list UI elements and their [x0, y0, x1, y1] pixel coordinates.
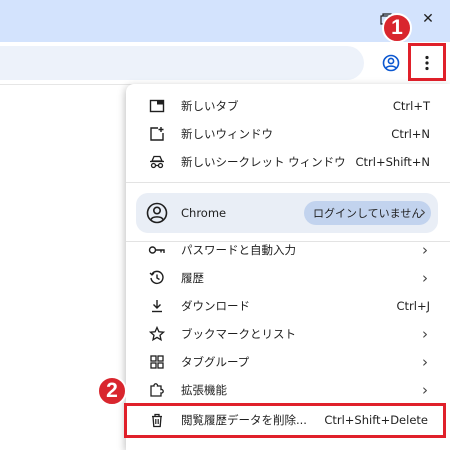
menu-separator: [126, 182, 450, 183]
history-icon: [148, 269, 166, 287]
chevron-right-icon: ›: [422, 241, 428, 259]
close-icon: ✕: [422, 11, 434, 27]
menu-item-tab-groups[interactable]: タブグループ ›: [126, 348, 450, 376]
account-circle-icon: [146, 202, 168, 228]
menu-item-label: パスワードと自動入力: [181, 243, 296, 257]
menu-item-label: 拡張機能: [181, 383, 227, 397]
menu-item-extensions[interactable]: 拡張機能 ›: [126, 376, 450, 404]
chevron-right-icon: ›: [420, 203, 426, 221]
chrome-menu: 新しいタブ Ctrl+T 新しいウィンドウ Ctrl+N 新しいシークレット ウ…: [126, 84, 450, 450]
menu-item-passwords[interactable]: パスワードと自動入力 ›: [126, 236, 450, 264]
account-icon: [382, 54, 400, 72]
menu-item-shortcut: Ctrl+T: [392, 99, 430, 113]
step-badge-2: 2: [97, 376, 127, 406]
address-bar[interactable]: [0, 46, 364, 80]
menu-item-history[interactable]: 履歴 ›: [126, 264, 450, 292]
star-icon: [148, 325, 166, 343]
menu-button-highlight: [408, 43, 446, 81]
menu-item-shortcut: Ctrl+Shift+N: [355, 155, 430, 169]
menu-item-label: ダウンロード: [181, 299, 250, 313]
chevron-right-icon: ›: [422, 325, 428, 343]
menu-item-downloads[interactable]: ダウンロード Ctrl+J: [126, 292, 450, 320]
signin-status-badge: ログインしていません: [304, 201, 432, 225]
menu-item-label: 新しいウィンドウ: [181, 127, 273, 141]
chevron-right-icon: ›: [422, 353, 428, 371]
menu-item-label: ブックマークとリスト: [181, 327, 296, 341]
extension-icon: [148, 381, 166, 399]
menu-item-shortcut: Ctrl+J: [396, 299, 431, 313]
download-icon: [148, 297, 166, 315]
profile-name: Chrome: [181, 206, 227, 220]
menu-item-incognito[interactable]: 新しいシークレット ウィンドウ Ctrl+Shift+N: [126, 148, 450, 176]
new-tab-icon: [148, 97, 166, 115]
menu-item-bookmarks[interactable]: ブックマークとリスト ›: [126, 320, 450, 348]
menu-item-label: タブグループ: [181, 355, 250, 369]
toolbar: [0, 42, 450, 85]
menu-item-label: 新しいタブ: [181, 99, 239, 113]
step-badge-1: 1: [382, 13, 412, 43]
menu-item-shortcut: Ctrl+N: [391, 127, 430, 141]
new-window-icon: [148, 125, 166, 143]
menu-item-new-tab[interactable]: 新しいタブ Ctrl+T: [126, 92, 450, 120]
clear-data-highlight: [124, 403, 446, 438]
menu-item-label: 履歴: [181, 271, 204, 285]
key-icon: [148, 241, 166, 259]
menu-item-label: 新しいシークレット ウィンドウ: [181, 155, 346, 169]
profile-button[interactable]: [377, 49, 405, 77]
tab-groups-icon: [148, 353, 166, 371]
chevron-right-icon: ›: [422, 269, 428, 287]
menu-item-new-window[interactable]: 新しいウィンドウ Ctrl+N: [126, 120, 450, 148]
incognito-icon: [148, 153, 166, 171]
profile-row[interactable]: Chrome ログインしていません ›: [136, 193, 438, 233]
close-window-button[interactable]: ✕: [408, 0, 448, 38]
chevron-right-icon: ›: [422, 381, 428, 399]
